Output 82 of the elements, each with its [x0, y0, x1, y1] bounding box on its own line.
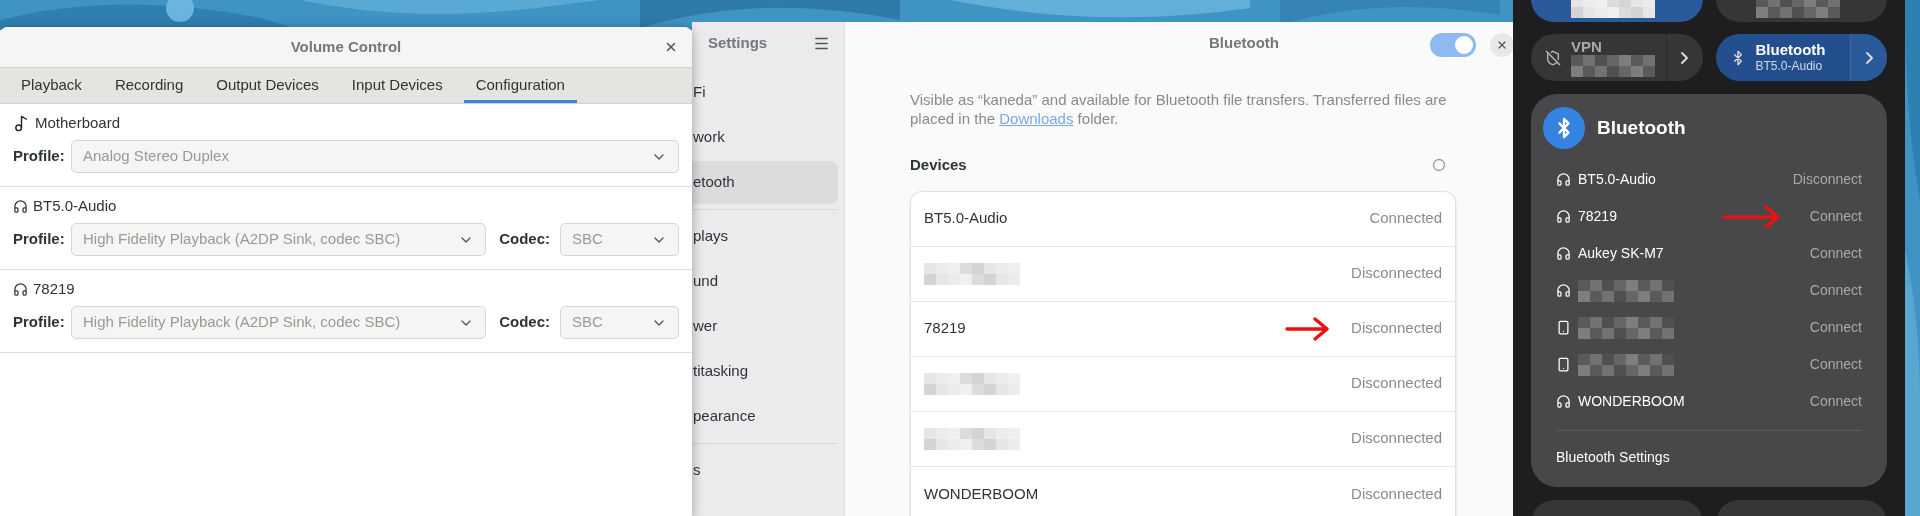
device-status: Disconnected	[1351, 373, 1442, 394]
card-name: 78219	[33, 278, 75, 299]
device-status: Disconnected	[1351, 318, 1442, 339]
tab[interactable]: Playback	[9, 68, 94, 103]
sound-card-icon	[13, 114, 30, 132]
sidebar-title: Settings	[708, 32, 768, 53]
quick-toggle[interactable]: Bluetooth BT5.0-Audio	[1715, 34, 1887, 81]
device-name: WONDERBOOM	[1578, 392, 1685, 411]
phone-icon	[1556, 320, 1571, 335]
device-name: Aukey SK-M7	[1578, 244, 1664, 263]
tab[interactable]: Output Devices	[204, 68, 331, 103]
device-item[interactable]: Connect	[1543, 309, 1875, 346]
description-text: Visible as “kaneda” and available for Bluetooth file transfers. Transferred files are placed in the Downloads folder.	[910, 90, 1448, 128]
sidebar-item[interactable]: s	[692, 449, 838, 492]
toggle-label: VPN	[1571, 38, 1603, 55]
headset-icon	[1556, 283, 1571, 298]
device-status: Disconnected	[1351, 428, 1442, 449]
sidebar-item[interactable]: und	[692, 260, 838, 303]
tab[interactable]: Recording	[102, 68, 196, 103]
headset-icon	[13, 198, 28, 214]
device-status: Disconnected	[1351, 483, 1442, 504]
close-button[interactable]	[1490, 33, 1514, 57]
device-action[interactable]: Connect	[1809, 354, 1862, 375]
bluetooth-switch[interactable]	[1430, 33, 1476, 57]
device-action[interactable]: Disconnect	[1792, 169, 1862, 190]
device-action[interactable]: Connect	[1809, 206, 1862, 227]
shield-off-icon	[1545, 49, 1561, 66]
sidebar-item[interactable]: titasking	[692, 350, 838, 393]
profile-label: Profile:	[13, 146, 66, 167]
device-item[interactable]: 78219 Connect	[1543, 198, 1875, 235]
sidebar-item[interactable]: Fi	[692, 71, 838, 114]
toggle-label: Bluetooth	[1755, 40, 1826, 58]
sidebar-item[interactable]: etooth	[692, 161, 838, 204]
chevron-right-icon	[1681, 51, 1688, 64]
sidebar-item[interactable]: wer	[692, 305, 838, 348]
tab[interactable]: Configuration	[463, 68, 577, 103]
device-name: 78219	[1578, 207, 1617, 226]
device-item[interactable]: Connect	[1543, 272, 1875, 309]
bluetooth-icon	[1543, 107, 1585, 149]
device-item[interactable]: Connect	[1543, 346, 1875, 383]
device-action[interactable]: Connect	[1809, 243, 1862, 264]
device-status: Disconnected	[1351, 263, 1442, 284]
window-title: Volume Control	[290, 36, 402, 57]
chevron-right-icon	[1865, 51, 1873, 64]
sidebar-item[interactable]: plays	[692, 215, 838, 258]
codec-label: Codec:	[499, 229, 550, 250]
card-name: Motherboard	[35, 112, 121, 133]
toggle-subtitle: BT5.0-Audio	[1755, 57, 1824, 75]
tab[interactable]: Input Devices	[339, 68, 455, 103]
headset-icon	[13, 281, 28, 297]
device-action[interactable]: Connect	[1809, 391, 1862, 412]
device-name: BT5.0-Audio	[1578, 170, 1656, 189]
sidebar-item[interactable]: pearance	[692, 395, 838, 438]
headset-icon	[1556, 394, 1571, 409]
page-title: Bluetooth	[1209, 32, 1279, 53]
bluetooth-settings-item[interactable]: Bluetooth Settings	[1543, 435, 1875, 479]
profile-label: Profile:	[13, 312, 66, 333]
spinner-icon	[1432, 158, 1446, 173]
devices-heading: Devices	[910, 155, 967, 175]
quick-toggle[interactable]: VPN	[1531, 34, 1703, 81]
device-item[interactable]: BT5.0-Audio Disconnect	[1543, 161, 1875, 198]
phone-icon	[1556, 357, 1571, 372]
device-action[interactable]: Connect	[1809, 317, 1862, 338]
headset-icon	[1556, 246, 1571, 261]
card-name: BT5.0-Audio	[33, 195, 117, 216]
arrow-icon	[1285, 315, 1332, 342]
device-name: BT5.0-Audio	[924, 208, 1008, 229]
device-action[interactable]: Connect	[1809, 280, 1862, 301]
device-name: 78219	[924, 318, 966, 339]
close-icon	[664, 40, 678, 54]
headset-icon	[1556, 172, 1571, 187]
device-item[interactable]: WONDERBOOM Connect	[1543, 383, 1875, 420]
close-icon	[1496, 39, 1508, 51]
sidebar-item[interactable]: work	[692, 116, 838, 159]
codec-label: Codec:	[499, 312, 550, 333]
menu-title: Bluetooth	[1597, 115, 1686, 140]
headset-icon	[1556, 209, 1571, 224]
arrow-icon	[1721, 203, 1782, 230]
profile-label: Profile:	[13, 229, 66, 250]
device-status: Connected	[1369, 208, 1442, 229]
device-name: WONDERBOOM	[924, 483, 1039, 504]
device-item[interactable]: Aukey SK-M7 Connect	[1543, 235, 1875, 272]
